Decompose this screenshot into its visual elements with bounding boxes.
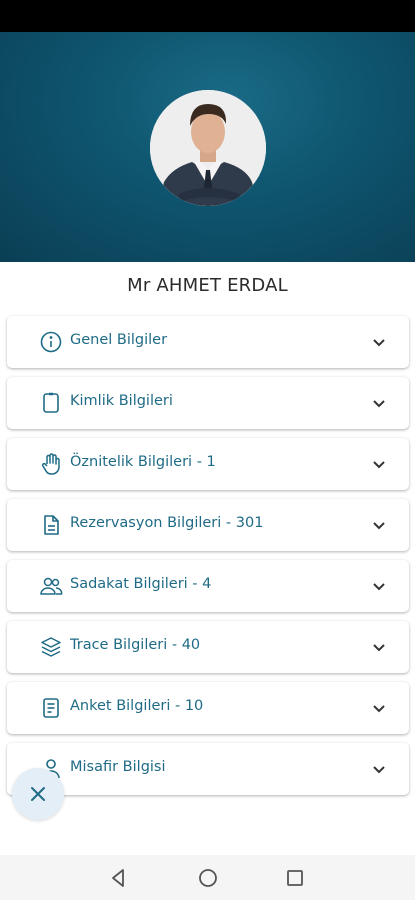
chevron-down-icon (371, 334, 387, 350)
section-label: Sadakat Bilgileri - 4 (70, 576, 212, 592)
section-oznitelik-bilgileri[interactable]: Öznitelik Bilgileri - 1 (7, 438, 409, 490)
section-label: Rezervasyon Bilgileri - 301 (70, 515, 264, 531)
chevron-down-icon (371, 639, 387, 655)
chevron-down-icon (371, 761, 387, 777)
close-fab-button[interactable] (12, 768, 64, 820)
status-bar (0, 0, 415, 32)
chevron-down-icon (371, 395, 387, 411)
chevron-down-icon (371, 700, 387, 716)
system-nav-bar (0, 855, 415, 900)
survey-icon (39, 696, 63, 720)
chevron-down-icon (371, 517, 387, 533)
section-label: Öznitelik Bilgileri - 1 (70, 454, 216, 470)
section-rezervasyon-bilgileri[interactable]: Rezervasyon Bilgileri - 301 (7, 499, 409, 551)
section-label: Kimlik Bilgileri (70, 393, 173, 409)
nav-recents-button[interactable] (284, 867, 306, 889)
id-card-icon (39, 391, 63, 415)
nav-home-button[interactable] (197, 867, 219, 889)
section-kimlik-bilgileri[interactable]: Kimlik Bilgileri (7, 377, 409, 429)
avatar (150, 90, 266, 206)
document-icon (39, 513, 63, 537)
section-sadakat-bilgileri[interactable]: Sadakat Bilgileri - 4 (7, 560, 409, 612)
close-icon (31, 787, 45, 801)
nav-back-button[interactable] (108, 867, 130, 889)
chevron-down-icon (371, 578, 387, 594)
section-label: Genel Bilgiler (70, 332, 168, 348)
section-label: Anket Bilgileri - 10 (70, 698, 204, 714)
layers-icon (39, 635, 63, 659)
users-icon (39, 574, 63, 598)
hand-icon (39, 452, 63, 476)
section-label: Trace Bilgileri - 40 (70, 637, 201, 653)
section-anket-bilgileri[interactable]: Anket Bilgileri - 10 (7, 682, 409, 734)
section-genel-bilgiler[interactable]: Genel Bilgiler (7, 316, 409, 368)
chevron-down-icon (371, 456, 387, 472)
section-label: Misafir Bilgisi (70, 759, 166, 775)
section-misafir-bilgisi[interactable]: Misafir Bilgisi (7, 743, 409, 795)
guest-name: Mr AHMET ERDAL (127, 275, 288, 296)
profile-header (0, 32, 415, 262)
section-trace-bilgileri[interactable]: Trace Bilgileri - 40 (7, 621, 409, 673)
info-icon (39, 330, 63, 354)
